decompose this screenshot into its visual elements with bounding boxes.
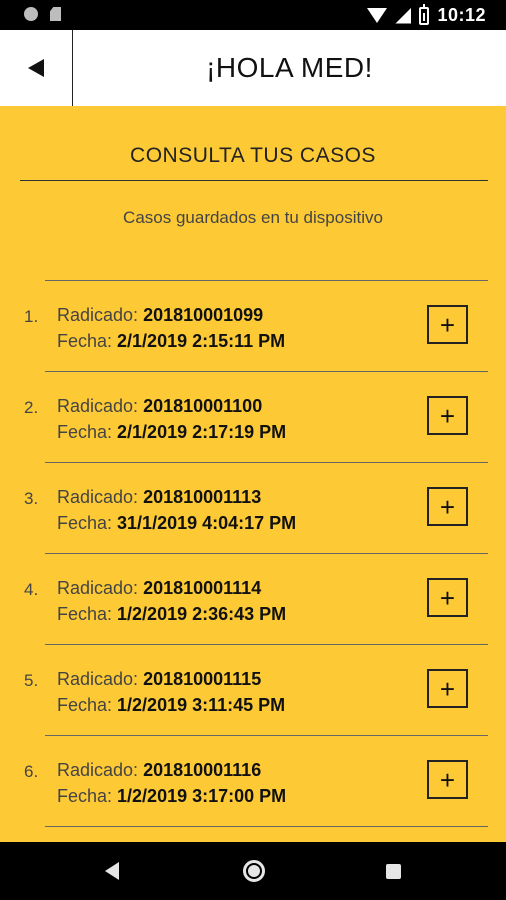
navigation-bar — [0, 842, 506, 900]
sd-card-icon — [50, 7, 61, 21]
app-title: ¡HOLA MED! — [206, 52, 373, 83]
nav-recents-icon[interactable] — [386, 864, 401, 879]
radicado-row: Radicado: 201810001116 — [57, 760, 261, 781]
radicado-row: Radicado: 201810001100 — [57, 396, 262, 417]
radicado-value: 201810001100 — [143, 396, 263, 416]
case-number: 6. — [24, 762, 39, 781]
expand-case-button[interactable]: + — [427, 578, 468, 617]
expand-case-button[interactable]: + — [427, 760, 468, 799]
case-item: 4. Radicado: 201810001114 Fecha: 1/2/201… — [0, 554, 506, 644]
fecha-row: Fecha: 2/1/2019 2:17:19 PM — [57, 422, 286, 443]
fecha-value: 1/2/2019 2:36:43 PM — [117, 604, 287, 624]
fecha-label: Fecha: — [57, 513, 118, 533]
fecha-value: 31/1/2019 4:04:17 PM — [117, 513, 297, 533]
fecha-label: Fecha: — [57, 786, 118, 806]
main-content[interactable]: CONSULTA TUS CASOS Casos guardados en tu… — [0, 106, 506, 842]
fecha-row: Fecha: 1/2/2019 3:17:00 PM — [57, 786, 286, 807]
fecha-label: Fecha: — [57, 695, 118, 715]
fecha-row: Fecha: 2/1/2019 2:15:11 PM — [57, 331, 285, 352]
title-divider — [20, 180, 488, 181]
battery-icon — [419, 3, 430, 25]
nav-home-icon[interactable] — [243, 860, 265, 882]
fecha-label: Fecha: — [57, 422, 118, 442]
fecha-value: 2/1/2019 2:17:19 PM — [117, 422, 287, 442]
radicado-label: Radicado: — [57, 305, 144, 325]
case-number: 4. — [24, 580, 39, 599]
expand-case-button[interactable]: + — [427, 669, 468, 708]
radicado-row: Radicado: 201810001099 — [57, 305, 263, 326]
expand-case-button[interactable]: + — [427, 396, 468, 435]
status-bar: 10:12 — [0, 0, 506, 30]
radicado-value: 201810001114 — [143, 578, 262, 598]
fecha-row: Fecha: 1/2/2019 2:36:43 PM — [57, 604, 286, 625]
fecha-label: Fecha: — [57, 331, 118, 351]
notification-circle-icon — [24, 7, 38, 21]
signal-icon — [395, 7, 412, 24]
radicado-value: 201810001099 — [143, 305, 264, 325]
radicado-label: Radicado: — [57, 760, 144, 780]
case-item: 3. Radicado: 201810001113 Fecha: 31/1/20… — [0, 463, 506, 553]
fecha-row: Fecha: 31/1/2019 4:04:17 PM — [57, 513, 296, 534]
radicado-label: Radicado: — [57, 396, 144, 416]
case-list: 1. Radicado: 201810001099 Fecha: 2/1/201… — [0, 280, 506, 827]
wifi-icon — [367, 8, 388, 23]
radicado-row: Radicado: 201810001115 — [57, 669, 261, 690]
expand-case-button[interactable]: + — [427, 305, 468, 344]
case-item: 5. Radicado: 201810001115 Fecha: 1/2/201… — [0, 645, 506, 735]
back-button[interactable] — [0, 30, 73, 106]
app-bar: ¡HOLA MED! — [0, 30, 506, 106]
fecha-value: 1/2/2019 3:11:45 PM — [117, 695, 286, 715]
radicado-label: Radicado: — [57, 578, 144, 598]
case-number: 1. — [24, 307, 39, 326]
radicado-value: 201810001113 — [143, 487, 262, 507]
system-icons: 10:12 — [367, 3, 486, 26]
radicado-label: Radicado: — [57, 487, 144, 507]
subtitle: Casos guardados en tu dispositivo — [123, 208, 383, 227]
radicado-row: Radicado: 201810001113 — [57, 487, 261, 508]
radicado-value: 201810001115 — [143, 669, 262, 689]
case-item: 2. Radicado: 201810001100 Fecha: 2/1/201… — [0, 372, 506, 462]
clock: 10:12 — [437, 5, 486, 25]
radicado-value: 201810001116 — [143, 760, 262, 780]
case-number: 3. — [24, 489, 39, 508]
fecha-row: Fecha: 1/2/2019 3:11:45 PM — [57, 695, 285, 716]
case-number: 5. — [24, 671, 39, 690]
fecha-value: 1/2/2019 3:17:00 PM — [117, 786, 287, 806]
fecha-value: 2/1/2019 2:15:11 PM — [117, 331, 286, 351]
case-item: 1. Radicado: 201810001099 Fecha: 2/1/201… — [0, 281, 506, 371]
expand-case-button[interactable]: + — [427, 487, 468, 526]
notification-icons — [24, 7, 61, 21]
section-title: CONSULTA TUS CASOS — [130, 144, 376, 167]
fecha-label: Fecha: — [57, 604, 118, 624]
nav-back-icon[interactable] — [105, 862, 119, 880]
radicado-row: Radicado: 201810001114 — [57, 578, 261, 599]
case-number: 2. — [24, 398, 39, 417]
divider — [45, 826, 488, 827]
radicado-label: Radicado: — [57, 669, 144, 689]
case-item: 6. Radicado: 201810001116 Fecha: 1/2/201… — [0, 736, 506, 826]
back-arrow-icon — [28, 59, 44, 77]
